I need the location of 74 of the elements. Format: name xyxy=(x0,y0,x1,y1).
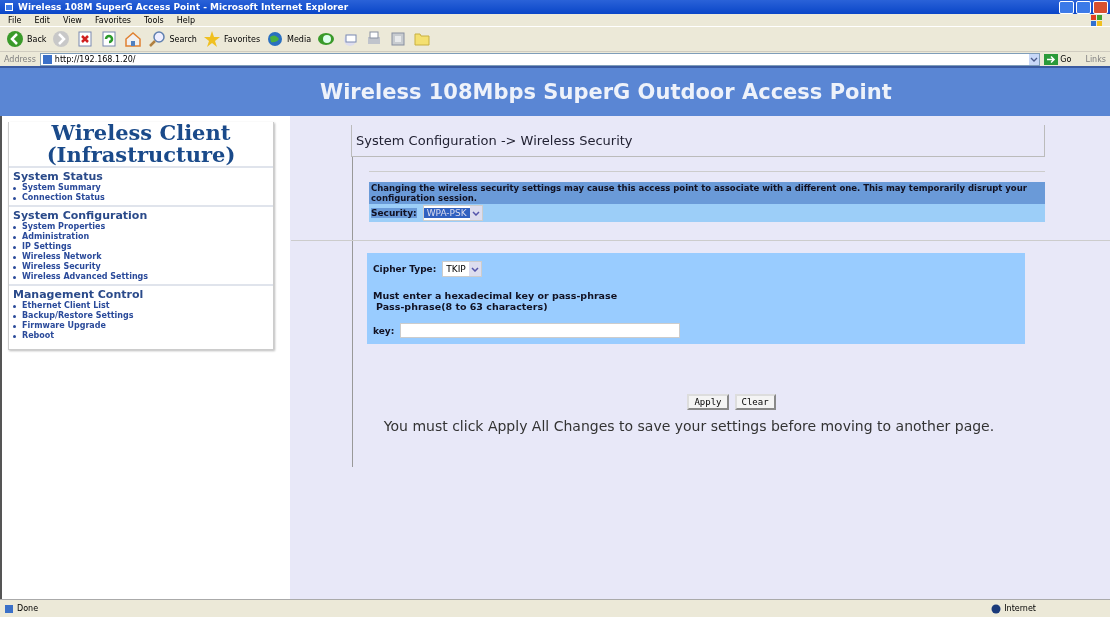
toolbar-button[interactable]: Favorites xyxy=(202,30,261,48)
section-heading: System Configuration xyxy=(13,209,149,223)
bullet-icon xyxy=(13,324,16,328)
minimize-button[interactable] xyxy=(1059,0,1074,14)
section-heading: System Status xyxy=(13,170,104,184)
cipher-dropdown[interactable]: TKIP xyxy=(442,261,482,277)
caret-icon xyxy=(471,210,480,216)
nav-link[interactable]: Wireless Advanced Settings xyxy=(22,272,149,283)
form-button[interactable]: Apply xyxy=(687,394,729,410)
window-title: Wireless 108M SuperG Access Point - Microsoft Internet Explorer xyxy=(18,2,349,12)
nav-link[interactable]: Reboot xyxy=(22,331,55,342)
globe-icon xyxy=(266,30,285,48)
bullet-icon xyxy=(13,334,16,338)
menu-item[interactable]: Edit xyxy=(34,15,50,25)
bullet-icon xyxy=(13,186,16,190)
close-button[interactable] xyxy=(1093,0,1108,14)
windows-flag-icon xyxy=(1090,14,1104,26)
bullet-icon xyxy=(13,304,16,308)
zone-text: Internet xyxy=(1004,604,1036,613)
bullet-icon xyxy=(13,265,16,269)
address-field[interactable]: http://192.168.1.20/ xyxy=(39,52,1041,66)
nav-link[interactable]: Firmware Upgrade xyxy=(22,321,106,332)
menu-item[interactable]: View xyxy=(62,15,82,25)
nav-link[interactable]: System Properties xyxy=(22,222,106,233)
nav-link[interactable]: Wireless Network xyxy=(22,252,102,263)
caret-icon xyxy=(470,266,479,272)
maximize-button[interactable] xyxy=(1076,0,1091,14)
menu-item[interactable]: File xyxy=(8,15,22,25)
key-label: key: xyxy=(373,325,395,336)
bullet-icon xyxy=(13,245,16,249)
links-button[interactable]: Links xyxy=(1085,54,1106,64)
banner-title: Wireless 108Mbps SuperG Outdoor Access Point xyxy=(320,80,892,104)
hint-text: Pass-phrase(8 to 63 characters) xyxy=(375,301,549,312)
sidebar-title: Wireless Client (Infrastructure) xyxy=(45,122,237,167)
nav-link[interactable]: Backup/Restore Settings xyxy=(22,311,134,322)
toolbar-button[interactable]: Media xyxy=(266,30,312,48)
menu-item[interactable]: Tools xyxy=(144,15,164,25)
instruction-text: You must click Apply All Changes to save your settings before moving to another page. xyxy=(382,418,996,434)
page-icon xyxy=(42,54,52,64)
menu-item[interactable]: Help xyxy=(176,15,195,25)
bullet-icon xyxy=(13,314,16,318)
security-label: Security: xyxy=(371,208,417,218)
stop-icon[interactable] xyxy=(76,30,95,48)
cipher-label: Cipher Type: xyxy=(373,264,437,274)
nav-link[interactable]: Wireless Security xyxy=(22,262,101,273)
bullet-icon xyxy=(13,275,16,279)
page-breadcrumb: System Configuration -> Wireless Security xyxy=(352,125,1045,157)
toolbar-button[interactable]: Back xyxy=(6,30,47,48)
bullet-icon xyxy=(13,225,16,229)
toolbar-button[interactable]: Search xyxy=(148,30,197,48)
nav-link[interactable]: Ethernet Client List xyxy=(22,301,110,312)
nav-link[interactable]: Connection Status xyxy=(22,193,105,204)
bullet-icon xyxy=(13,255,16,259)
hint-text: Must enter a hexadecimal key or pass-phrase xyxy=(373,290,619,301)
warning-text: Changing the wireless security settings may cause this access point to associate with a different one. This may temporarily disrupt your configuration session. xyxy=(369,182,1045,204)
globe-icon xyxy=(991,603,1002,614)
form-button[interactable]: Clear xyxy=(734,394,776,410)
nav-link[interactable]: System Summary xyxy=(22,183,101,194)
section-heading: Management Control xyxy=(13,288,145,302)
search-icon xyxy=(148,30,167,48)
page-icon xyxy=(4,603,14,614)
bullet-icon xyxy=(13,235,16,239)
menu-item[interactable]: Favorites xyxy=(94,15,131,25)
address-label: Address xyxy=(4,54,36,64)
nav-link[interactable]: Administration xyxy=(22,232,90,243)
nav-link[interactable]: IP Settings xyxy=(22,242,72,253)
key-field[interactable] xyxy=(400,323,681,338)
star-icon xyxy=(202,30,221,48)
browser-icon xyxy=(4,2,14,12)
home-icon[interactable] xyxy=(124,30,143,48)
security-dropdown[interactable]: WPA-PSK xyxy=(422,205,483,221)
refresh-icon[interactable] xyxy=(100,30,119,48)
bullet-icon xyxy=(13,196,16,200)
status-text: Done xyxy=(17,604,39,613)
